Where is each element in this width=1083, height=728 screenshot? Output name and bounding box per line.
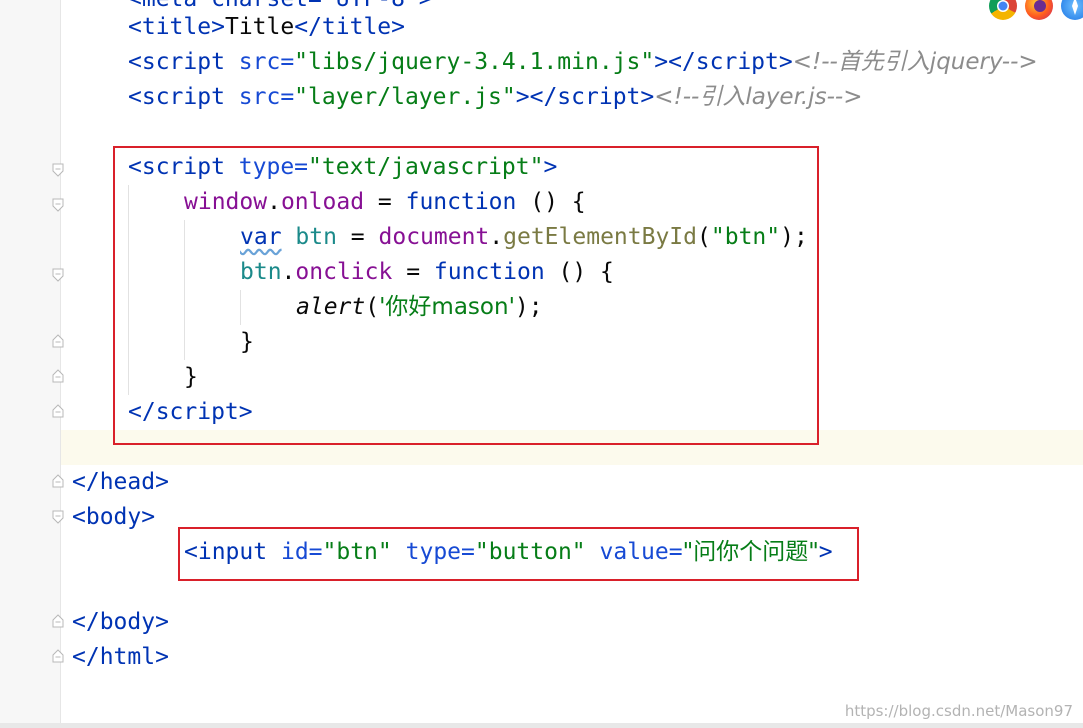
code-line-script-layer: <script src="layer/layer.js"></script><!…: [128, 84, 863, 110]
fold-toggle-icon[interactable]: [52, 510, 64, 524]
code-editor[interactable]: <meta charset="UTF-8"> <title>Title</tit…: [0, 0, 1083, 728]
tag-name: title: [141, 14, 212, 40]
line-gutter: [0, 0, 60, 728]
fold-end-icon[interactable]: [52, 614, 64, 628]
firefox-icon[interactable]: [1025, 0, 1053, 20]
tag-name: html: [99, 644, 156, 670]
chrome-icon[interactable]: [989, 0, 1017, 20]
title-text: Title: [224, 14, 295, 40]
code-comment: <!--引入layer.js-->: [654, 84, 863, 110]
code-line-body-open: <body>: [72, 504, 156, 530]
code-line-title: <title>Title</title>: [128, 14, 406, 40]
tag-name: head: [99, 469, 156, 495]
fold-end-icon[interactable]: [52, 369, 64, 383]
code-line-head-close: </head>: [72, 469, 169, 495]
browser-preview-icons: [989, 0, 1083, 22]
code-line-html-close: </html>: [72, 644, 169, 670]
script-src-value: libs/jquery-3.4.1.min.js: [308, 49, 641, 75]
fold-end-icon[interactable]: [52, 404, 64, 418]
tag-name: title: [321, 14, 392, 40]
fold-toggle-icon[interactable]: [52, 268, 64, 282]
tag-name: body: [85, 504, 142, 530]
script-src-value: layer/layer.js: [308, 84, 502, 110]
fold-toggle-icon[interactable]: [52, 198, 64, 212]
script-block-highlight: [113, 146, 819, 445]
code-line-script-jquery: <script src="libs/jquery-3.4.1.min.js"><…: [128, 49, 1038, 75]
code-line-body-close: </body>: [72, 609, 169, 635]
tag-name: body: [99, 609, 156, 635]
fold-toggle-icon[interactable]: [52, 163, 64, 177]
safari-icon[interactable]: [1061, 0, 1083, 20]
code-comment: <!--首先引入jquery-->: [792, 49, 1038, 75]
watermark: https://blog.csdn.net/Mason97: [844, 702, 1073, 720]
fold-end-icon[interactable]: [52, 474, 64, 488]
fold-end-icon[interactable]: [52, 649, 64, 663]
input-line-highlight: [178, 527, 859, 581]
editor-bottom-border: [0, 723, 1083, 728]
fold-end-icon[interactable]: [52, 334, 64, 348]
